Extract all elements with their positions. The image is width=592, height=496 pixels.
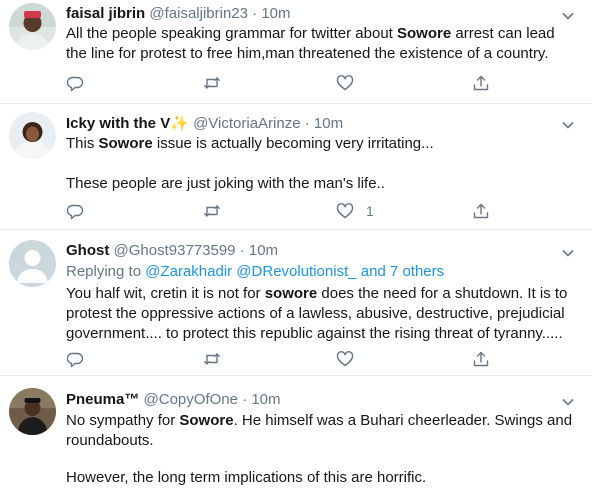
heart-icon — [336, 351, 354, 367]
tweet[interactable]: Ghost @Ghost93773599 · 10m Replying to @… — [0, 230, 592, 376]
retweet-icon — [204, 205, 220, 217]
tweet-text: You half wit, cretin it is not for sowor… — [66, 284, 576, 344]
user-handle[interactable]: @faisaljibrin23 — [149, 5, 248, 22]
display-name-text: Icky with the V — [66, 115, 171, 132]
heart-icon — [336, 203, 354, 219]
retweet-icon — [204, 353, 220, 365]
tweet-text: This Sowore issue is actually becoming v… — [66, 134, 576, 154]
like-count: 1 — [366, 203, 374, 219]
replying-to-links[interactable]: @Zarakhadir @DRevolutionist_ and 7 other… — [145, 263, 444, 280]
chevron-down-icon[interactable] — [561, 246, 575, 260]
chevron-down-icon[interactable] — [561, 118, 575, 132]
timestamp[interactable]: 10m — [314, 115, 343, 132]
tweet-actions — [66, 73, 496, 93]
like-button[interactable]: 1 — [336, 201, 374, 221]
display-name[interactable]: Ghost — [66, 242, 109, 259]
share-icon — [473, 75, 489, 91]
tweet-text-part: No sympathy for — [66, 412, 180, 429]
share-button[interactable] — [472, 349, 490, 369]
avatar[interactable] — [9, 112, 56, 159]
avatar[interactable] — [9, 388, 56, 435]
replying-to: Replying to @Zarakhadir @DRevolutionist_… — [66, 262, 444, 282]
chevron-down-icon[interactable] — [561, 9, 575, 23]
timestamp[interactable]: 10m — [261, 5, 290, 22]
like-button[interactable] — [336, 73, 366, 93]
reply-icon — [66, 352, 84, 368]
retweet-button[interactable] — [203, 73, 221, 93]
user-handle[interactable]: @VictoriaArinze — [193, 115, 301, 132]
share-icon — [473, 351, 489, 367]
separator-dot: · — [304, 115, 310, 132]
user-handle[interactable]: @CopyOfOne — [144, 391, 238, 408]
tweet-header: Pneuma™ @CopyOfOne · 10m — [66, 390, 281, 410]
user-handle[interactable]: @Ghost93773599 — [114, 242, 236, 259]
tweet-text: All the people speaking grammar for twit… — [66, 24, 576, 64]
tweet-header: Icky with the V✨ @VictoriaArinze · 10m — [66, 114, 343, 134]
highlighted-term: sowore — [264, 285, 318, 302]
share-button[interactable] — [472, 201, 490, 221]
separator-dot: · — [239, 242, 245, 259]
tweet-text-part: All the people speaking grammar for twit… — [66, 25, 398, 42]
timestamp[interactable]: 10m — [251, 391, 280, 408]
tweet-actions: 1 — [66, 201, 496, 221]
tweet[interactable]: faisal jibrin @faisaljibrin23 · 10m All … — [0, 0, 592, 104]
sparkles-emoji: ✨ — [170, 115, 189, 132]
tweet-text: No sympathy for Sowore. He himself was a… — [66, 411, 576, 451]
share-icon — [473, 203, 489, 219]
tweet-text-part: This — [66, 135, 99, 152]
share-button[interactable] — [472, 73, 490, 93]
highlighted-term: Sowore — [397, 25, 452, 42]
display-name[interactable]: Icky with the V✨ — [66, 115, 189, 132]
tweet-text-part: issue is actually becoming very irritati… — [152, 135, 434, 152]
display-name[interactable]: Pneuma™ — [66, 391, 139, 408]
chevron-down-icon[interactable] — [561, 395, 575, 409]
tweet-header: faisal jibrin @faisaljibrin23 · 10m — [66, 4, 291, 24]
tweet-text-line2: These people are just joking with the ma… — [66, 175, 385, 192]
reply-icon — [66, 204, 84, 220]
reply-button[interactable] — [66, 349, 84, 369]
like-button[interactable] — [336, 349, 366, 369]
retweet-button[interactable] — [203, 201, 221, 221]
timestamp[interactable]: 10m — [249, 242, 278, 259]
retweet-icon — [204, 77, 220, 89]
tweet-header: Ghost @Ghost93773599 · 10m — [66, 241, 278, 261]
tweet-actions — [66, 349, 496, 369]
replying-to-label: Replying to — [66, 263, 146, 280]
highlighted-term: Sowore — [179, 412, 234, 429]
tweet[interactable]: Icky with the V✨ @VictoriaArinze · 10m T… — [0, 104, 592, 230]
reply-icon — [66, 76, 84, 92]
avatar[interactable] — [9, 3, 56, 50]
reply-button[interactable] — [66, 73, 84, 93]
tweet[interactable]: Pneuma™ @CopyOfOne · 10m No sympathy for… — [0, 376, 592, 496]
heart-icon — [336, 75, 354, 91]
highlighted-term: Sowore — [98, 135, 153, 152]
avatar[interactable] — [9, 240, 56, 287]
display-name[interactable]: faisal jibrin — [66, 5, 145, 22]
separator-dot: · — [252, 5, 258, 22]
separator-dot: · — [242, 391, 248, 408]
tweet-text-part: You half wit, cretin it is not for — [66, 285, 265, 302]
tweet-text-line2: However, the long term implications of t… — [66, 469, 427, 486]
reply-button[interactable] — [66, 201, 84, 221]
retweet-button[interactable] — [203, 349, 221, 369]
